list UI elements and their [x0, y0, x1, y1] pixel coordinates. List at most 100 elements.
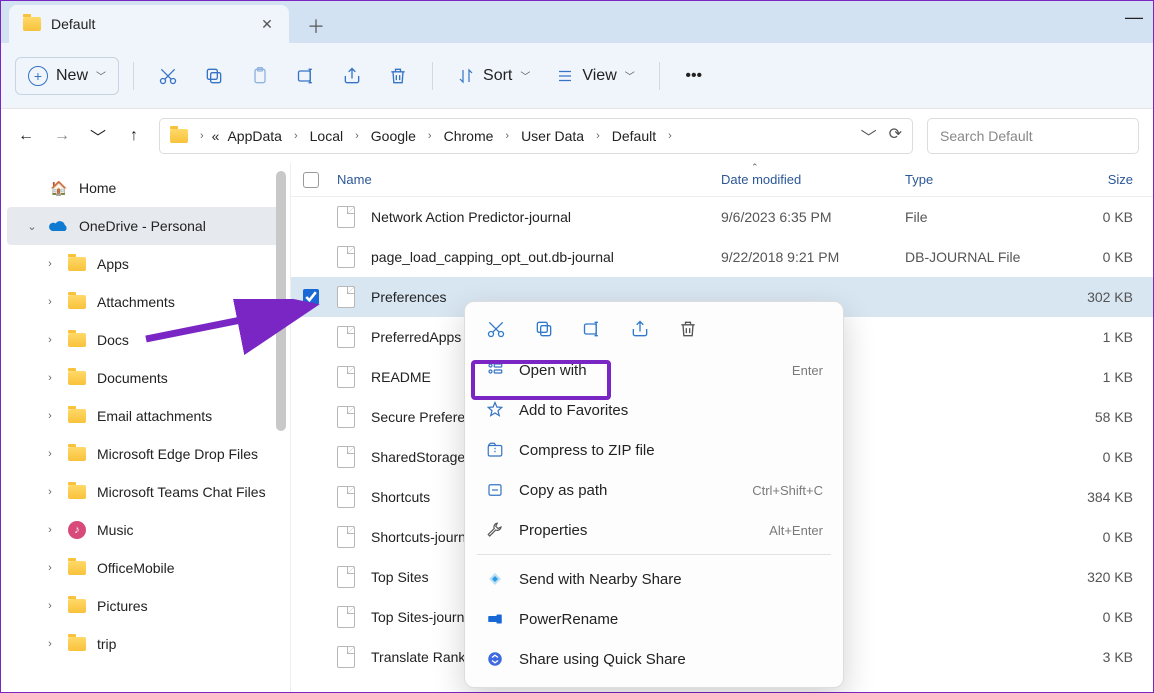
sidebar-item[interactable]: ›Attachments — [1, 283, 290, 321]
sort-indicator-icon: ⌃ — [751, 163, 759, 173]
sidebar-item[interactable]: ›Docs — [1, 321, 290, 359]
bc-default[interactable]: Default — [608, 126, 660, 146]
ctx-favorites[interactable]: Add to Favorites — [465, 390, 843, 430]
sort-button[interactable]: Sort ﹀ — [447, 57, 540, 95]
paste-button[interactable] — [240, 57, 280, 95]
file-icon — [337, 406, 355, 428]
chevron-down-icon: ⌄ — [25, 220, 39, 233]
chevron-down-icon: ﹀ — [520, 68, 530, 83]
cut-button[interactable] — [148, 57, 188, 95]
forward-button[interactable]: → — [51, 125, 73, 147]
search-input[interactable]: Search Default — [927, 118, 1139, 154]
cut-icon[interactable] — [485, 318, 507, 340]
chevron-right-icon: › — [43, 296, 57, 308]
ctx-zip[interactable]: Compress to ZIP file — [465, 430, 843, 470]
bc-google[interactable]: Google — [367, 126, 420, 146]
column-date[interactable]: Date modified — [721, 172, 905, 187]
chevron-right-icon: › — [43, 410, 57, 422]
copy-button[interactable] — [194, 57, 234, 95]
sidebar-item[interactable]: ›Documents — [1, 359, 290, 397]
ctx-properties[interactable]: Properties Alt+Enter — [465, 510, 843, 550]
ctx-quickshare[interactable]: Share using Quick Share — [465, 639, 843, 679]
sidebar-onedrive[interactable]: ⌄ OneDrive - Personal — [7, 207, 284, 245]
folder-icon — [67, 256, 87, 272]
powerrename-icon — [485, 609, 505, 629]
column-name[interactable]: Name — [331, 172, 721, 187]
zip-icon — [485, 440, 505, 460]
delete-icon[interactable] — [677, 318, 699, 340]
new-label: New — [56, 67, 88, 85]
folder-icon — [170, 129, 188, 143]
ctx-powerrename[interactable]: PowerRename — [465, 599, 843, 639]
context-quick-actions — [465, 308, 843, 350]
file-icon — [337, 446, 355, 468]
sidebar-item[interactable]: ›trip — [1, 625, 290, 663]
chevron-down-icon: ﹀ — [625, 68, 635, 83]
sidebar-item[interactable]: ›♪Music — [1, 511, 290, 549]
file-row[interactable]: Network Action Predictor-journal 9/6/202… — [291, 197, 1153, 237]
scrollbar[interactable] — [276, 171, 286, 431]
copy-icon[interactable] — [533, 318, 555, 340]
new-button[interactable]: + New ﹀ — [15, 57, 119, 95]
navbar: ← → ﹀ ↑ › « AppData› Local› Google› Chro… — [1, 109, 1153, 163]
bc-chrome[interactable]: Chrome — [440, 126, 498, 146]
nearby-icon — [485, 569, 505, 589]
folder-icon — [67, 294, 87, 310]
view-button[interactable]: View ﹀ — [546, 57, 644, 95]
chevron-right-icon: › — [43, 524, 57, 536]
sidebar-item[interactable]: ›Microsoft Edge Drop Files — [1, 435, 290, 473]
folder-icon — [67, 408, 87, 424]
separator — [659, 62, 660, 90]
back-button[interactable]: ← — [15, 125, 37, 147]
chevron-right-icon: › — [43, 562, 57, 574]
view-label: View — [582, 67, 616, 85]
chevron-right-icon: › — [43, 638, 57, 650]
column-size[interactable]: Size — [1053, 172, 1153, 187]
delete-button[interactable] — [378, 57, 418, 95]
tab-default[interactable]: Default ✕ — [9, 5, 289, 43]
file-icon — [337, 246, 355, 268]
minimize-button[interactable]: — — [1125, 7, 1143, 28]
chevron-right-icon: › — [43, 258, 57, 270]
breadcrumb[interactable]: › « AppData› Local› Google› Chrome› User… — [159, 118, 913, 154]
file-icon — [337, 326, 355, 348]
sidebar-item[interactable]: ›Apps — [1, 245, 290, 283]
select-all-checkbox[interactable] — [291, 172, 331, 188]
new-tab-button[interactable]: ＋ — [299, 9, 333, 43]
more-button[interactable]: ••• — [674, 57, 714, 95]
rename-icon[interactable] — [581, 318, 603, 340]
bc-local[interactable]: Local — [306, 126, 347, 146]
row-checkbox[interactable] — [291, 289, 331, 305]
recent-dropdown[interactable]: ﹀ — [87, 125, 109, 147]
sidebar-item[interactable]: ›Email attachments — [1, 397, 290, 435]
history-dropdown[interactable]: ﹀ — [861, 124, 877, 148]
file-row[interactable]: page_load_capping_opt_out.db-journal 9/2… — [291, 237, 1153, 277]
chevron-right-icon: › — [43, 334, 57, 346]
ctx-open-with[interactable]: Open with Enter — [465, 350, 843, 390]
chevron-right-icon: › — [43, 600, 57, 612]
copy-path-icon — [485, 480, 505, 500]
star-icon — [485, 400, 505, 420]
sidebar-item[interactable]: ›OfficeMobile — [1, 549, 290, 587]
column-type[interactable]: Type — [905, 172, 1053, 187]
file-icon — [337, 606, 355, 628]
bc-appdata[interactable]: AppData — [223, 126, 285, 146]
sidebar-item[interactable]: ›Microsoft Teams Chat Files — [1, 473, 290, 511]
sidebar-home[interactable]: 🏠 Home — [1, 169, 290, 207]
bc-userdata[interactable]: User Data — [517, 126, 588, 146]
file-icon — [337, 286, 355, 308]
share-button[interactable] — [332, 57, 372, 95]
search-placeholder: Search Default — [940, 128, 1033, 144]
up-button[interactable]: ↑ — [123, 125, 145, 147]
ctx-nearby[interactable]: Send with Nearby Share — [465, 559, 843, 599]
folder-icon — [67, 484, 87, 500]
home-icon: 🏠 — [49, 180, 69, 196]
ctx-copy-path[interactable]: Copy as path Ctrl+Shift+C — [465, 470, 843, 510]
column-headers: ⌃ Name Date modified Type Size — [291, 163, 1153, 197]
sidebar-item[interactable]: ›Pictures — [1, 587, 290, 625]
close-icon[interactable]: ✕ — [259, 16, 275, 32]
share-icon[interactable] — [629, 318, 651, 340]
file-icon — [337, 206, 355, 228]
rename-button[interactable] — [286, 57, 326, 95]
refresh-button[interactable]: ⟳ — [889, 124, 902, 148]
